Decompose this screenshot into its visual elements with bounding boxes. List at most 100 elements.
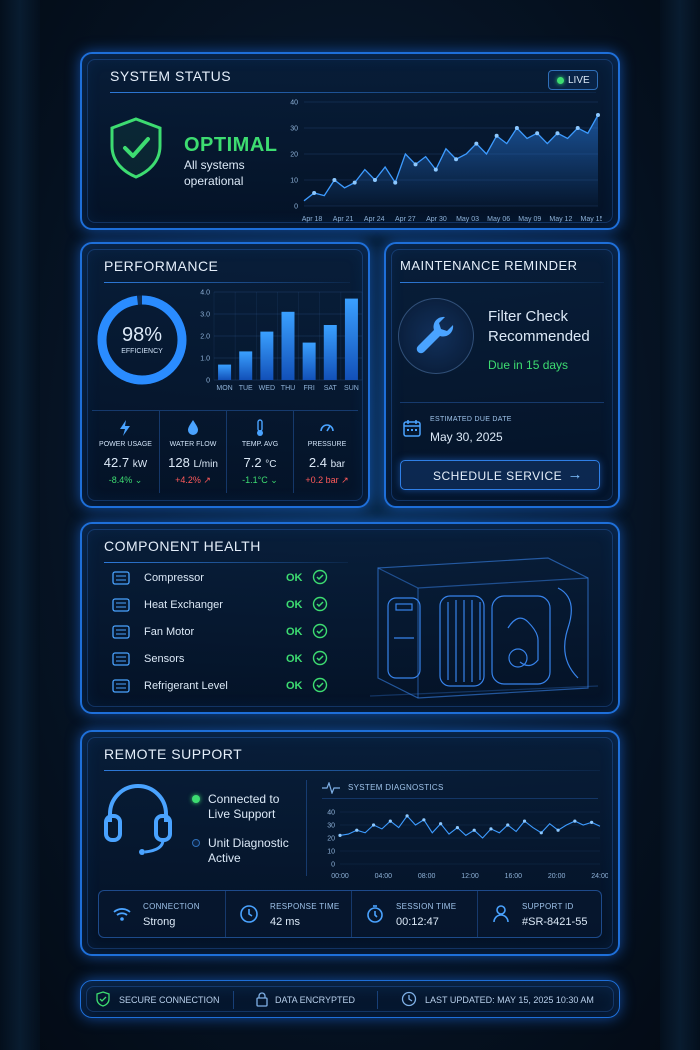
y-tick-label: 0 <box>294 204 298 211</box>
stat-label: SESSION TIME <box>396 902 457 911</box>
weekly-bar-chart: 0 1.0 2.0 3.0 4.0 MON TUE WED THU FRI SAT SUN <box>200 290 363 392</box>
metric-power-usage: POWER USAGE 42.7 kW -8.4% ⌄ <box>92 411 159 493</box>
component-name: Fan Motor <box>144 626 195 638</box>
arrow-up-icon: ↗ <box>341 475 349 485</box>
support-status-1b: Live Support <box>208 807 276 821</box>
component-status: OK <box>286 599 303 611</box>
live-badge: LIVE <box>548 70 598 90</box>
y-tick-label: 0 <box>206 378 210 385</box>
footer-updated: LAST UPDATED: MAY 15, 2025 10:30 AM <box>425 995 594 1005</box>
support-stat-response-time: RESPONSE TIME 42 ms <box>225 891 351 937</box>
metric-value: 42.7 kW <box>103 455 148 470</box>
data-point <box>312 191 317 195</box>
bar-thu <box>281 311 295 380</box>
chevron-down-icon: ⌄ <box>270 475 278 485</box>
y-tick-label: 30 <box>327 823 335 830</box>
y-tick-label: 40 <box>290 100 298 107</box>
stat-label: CONNECTION <box>143 902 200 911</box>
stat-value: 00:12:47 <box>396 916 439 928</box>
data-point <box>489 827 493 831</box>
support-status-2b: Active <box>208 851 241 865</box>
component-row-refrigerant-level: Refrigerant Level OK <box>112 676 342 698</box>
component-status: OK <box>286 626 303 638</box>
diagnostics-line-chart: 0 10 20 30 40 00:00 04:00 08:00 12:00 16:00 20:00 2… <box>327 810 608 881</box>
data-point <box>433 167 438 172</box>
component-status: OK <box>286 653 303 665</box>
metrics-row: POWER USAGE 42.7 kW -8.4% ⌄ WATER FLOW 128 L… <box>92 410 358 493</box>
x-tick-label: Apr 21 <box>333 216 354 223</box>
x-tick-label: May 15 <box>581 216 602 223</box>
data-point <box>596 113 600 117</box>
check-circle-icon <box>312 569 328 585</box>
stat-value: Strong <box>143 916 176 928</box>
data-point <box>454 157 459 162</box>
maintenance-headline-2: Recommended <box>488 328 590 345</box>
x-tick-label: 08:00 <box>418 873 436 880</box>
data-point <box>575 126 580 130</box>
x-tick-label: May 09 <box>518 216 541 223</box>
fan-icon <box>112 625 130 639</box>
connected-dot <box>192 795 200 803</box>
x-tick-label: Apr 27 <box>395 216 416 223</box>
x-tick-label: Apr 24 <box>364 216 385 223</box>
x-tick-label: Apr 18 <box>302 216 323 223</box>
clock-icon <box>240 905 258 923</box>
wrench-icon <box>398 298 474 374</box>
y-tick-label: 10 <box>327 849 335 856</box>
x-tick-label: WED <box>259 385 275 392</box>
x-tick-label: 00:00 <box>331 873 349 880</box>
metric-change: -8.4% ⌄ <box>108 475 143 485</box>
headset-icon <box>104 784 172 855</box>
data-point <box>393 180 398 185</box>
water-drop-icon <box>188 420 198 435</box>
data-point <box>388 819 392 823</box>
arrow-right-icon: → <box>567 466 583 483</box>
stat-value: 42 ms <box>270 916 300 928</box>
sensor-icon <box>112 652 130 666</box>
data-point <box>474 141 479 146</box>
y-tick-label: 2.0 <box>200 334 210 341</box>
data-point <box>539 831 543 835</box>
hvac-unit-illustration <box>369 557 599 699</box>
schedule-service-button[interactable]: SCHEDULE SERVICE → <box>400 460 600 490</box>
performance-title: PERFORMANCE <box>104 258 219 274</box>
data-point <box>372 178 377 182</box>
efficiency-label: EFFICIENCY <box>121 348 163 355</box>
metric-change: +0.2 bar ↗ <box>305 475 349 485</box>
wifi-icon <box>113 908 131 921</box>
system-status-title: SYSTEM STATUS <box>110 68 232 84</box>
data-point <box>455 826 460 830</box>
efficiency-value: 98% <box>121 324 163 346</box>
stat-value: #SR-8421-55 <box>522 916 588 928</box>
footer-secure: SECURE CONNECTION <box>119 995 220 1005</box>
data-point <box>355 828 359 832</box>
area-fill <box>304 115 598 206</box>
bar-fri <box>302 342 316 380</box>
data-point <box>590 820 594 824</box>
metric-water-flow: WATER FLOW 128 L/min +4.2% ↗ <box>159 411 226 493</box>
remote-support-panel: REMOTE SUPPORT Connected to Live Support… <box>80 730 620 956</box>
bar-wed <box>260 331 274 380</box>
x-tick-label: May 03 <box>456 216 479 223</box>
data-point <box>556 828 560 832</box>
data-point <box>522 819 527 823</box>
stat-label: SUPPORT ID <box>522 902 574 911</box>
x-tick-label: May 12 <box>549 216 572 223</box>
x-tick-label: TUE <box>239 385 253 392</box>
x-tick-label: THU <box>281 385 295 392</box>
maintenance-title: MAINTENANCE REMINDER <box>400 258 578 273</box>
refrigerant-icon <box>112 679 130 693</box>
data-point <box>332 178 337 182</box>
y-tick-label: 30 <box>290 126 298 133</box>
x-tick-label: 20:00 <box>548 873 566 880</box>
x-tick-label: FRI <box>304 385 315 392</box>
status-subtitle-1: All systems <box>184 158 245 172</box>
clock-small-icon <box>401 991 417 1007</box>
support-stat-support-id: SUPPORT ID #SR-8421-55 <box>477 891 603 937</box>
support-stat-session-time: SESSION TIME 00:12:47 <box>351 891 477 937</box>
data-point <box>555 131 560 136</box>
x-tick-label: 12:00 <box>461 873 479 880</box>
status-value: OPTIMAL <box>184 134 278 156</box>
component-health-title: COMPONENT HEALTH <box>104 538 261 554</box>
maintenance-headline-1: Filter Check <box>488 308 569 325</box>
